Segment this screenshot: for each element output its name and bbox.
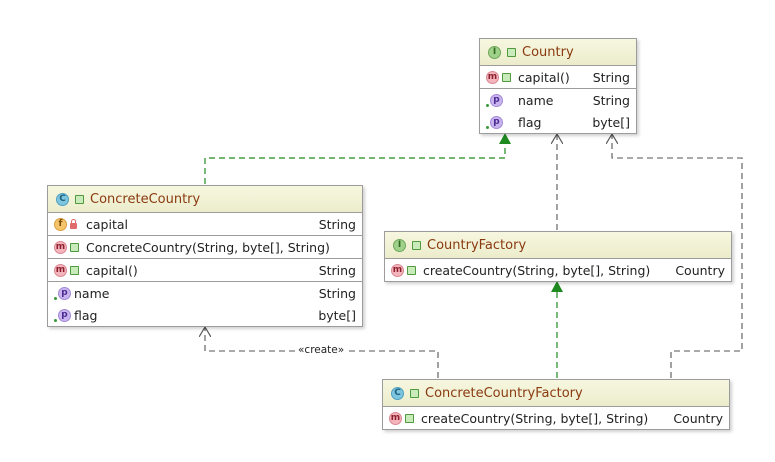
class-title: Country xyxy=(522,44,574,60)
class-title: ConcreteCountryFactory xyxy=(425,385,583,401)
public-icon xyxy=(410,388,419,398)
class-title: ConcreteCountry xyxy=(90,191,201,207)
property-icon: p xyxy=(58,308,71,322)
class-country[interactable]: I Country m capital() String p name Stri… xyxy=(479,38,637,134)
property-row[interactable]: p flag byte[] xyxy=(480,111,636,133)
public-icon xyxy=(70,265,79,275)
member-name: flag xyxy=(518,114,542,130)
private-lock-icon xyxy=(70,218,77,229)
constructor-row[interactable]: m ConcreteCountry(String, byte[], String… xyxy=(48,236,362,258)
class-icon: C xyxy=(391,386,404,400)
method-icon: m xyxy=(389,411,402,425)
property-icon: p xyxy=(58,286,71,300)
public-icon xyxy=(507,47,516,57)
field-icon: f xyxy=(54,217,67,231)
method-icon: m xyxy=(391,263,404,277)
edge-concretecountry-implements-country xyxy=(204,133,511,184)
method-row[interactable]: m createCountry(String, byte[], String) … xyxy=(385,259,731,281)
member-name: name xyxy=(74,285,110,301)
create-label: «create» xyxy=(297,344,346,356)
property-row[interactable]: p name String xyxy=(48,282,362,304)
class-concrete-country-header[interactable]: C ConcreteCountry xyxy=(48,186,362,213)
class-country-header[interactable]: I Country xyxy=(480,39,636,66)
member-name: createCountry(String, byte[], String) xyxy=(423,262,651,278)
property-icon: p xyxy=(490,93,503,107)
member-type: String xyxy=(318,262,356,278)
public-icon xyxy=(75,194,84,204)
property-icon: p xyxy=(490,115,503,129)
method-icon: m xyxy=(54,240,67,254)
class-concrete-country[interactable]: C ConcreteCountry f capital String m Con… xyxy=(47,185,363,327)
class-title: CountryFactory xyxy=(427,237,527,253)
member-name: capital xyxy=(86,216,128,232)
property-row[interactable]: p name String xyxy=(480,89,636,111)
member-name: createCountry(String, byte[], String) xyxy=(421,410,649,426)
member-type: String xyxy=(318,285,356,301)
public-icon xyxy=(407,265,416,275)
method-row[interactable]: m capital() String xyxy=(48,259,362,281)
class-country-factory[interactable]: I CountryFactory m createCountry(String,… xyxy=(384,231,732,282)
class-icon: C xyxy=(56,192,69,206)
member-type: Country xyxy=(675,262,725,278)
interface-icon: I xyxy=(393,238,406,252)
member-type: String xyxy=(592,69,630,85)
member-name: flag xyxy=(74,307,98,323)
class-concrete-country-factory-header[interactable]: C ConcreteCountryFactory xyxy=(383,380,729,407)
method-row[interactable]: m createCountry(String, byte[], String) … xyxy=(383,407,729,429)
public-icon xyxy=(405,413,414,423)
class-concrete-country-factory[interactable]: C ConcreteCountryFactory m createCountry… xyxy=(382,379,730,430)
class-country-factory-header[interactable]: I CountryFactory xyxy=(385,232,731,259)
property-row[interactable]: p flag byte[] xyxy=(48,304,362,326)
member-type: byte[] xyxy=(318,307,356,323)
public-icon xyxy=(70,242,79,252)
method-icon: m xyxy=(486,70,499,84)
member-type: Country xyxy=(673,410,723,426)
method-icon: m xyxy=(54,263,67,277)
member-name: capital() xyxy=(518,69,570,85)
public-icon xyxy=(412,240,421,250)
member-name: ConcreteCountry(String, byte[], String) xyxy=(86,239,330,255)
member-type: String xyxy=(318,216,356,232)
member-name: name xyxy=(518,92,554,108)
member-type: String xyxy=(592,92,630,108)
member-name: capital() xyxy=(86,262,138,278)
member-type: byte[] xyxy=(592,114,630,130)
method-row[interactable]: m capital() String xyxy=(480,66,636,88)
interface-icon: I xyxy=(488,45,501,59)
public-icon xyxy=(502,72,511,82)
field-row[interactable]: f capital String xyxy=(48,213,362,235)
